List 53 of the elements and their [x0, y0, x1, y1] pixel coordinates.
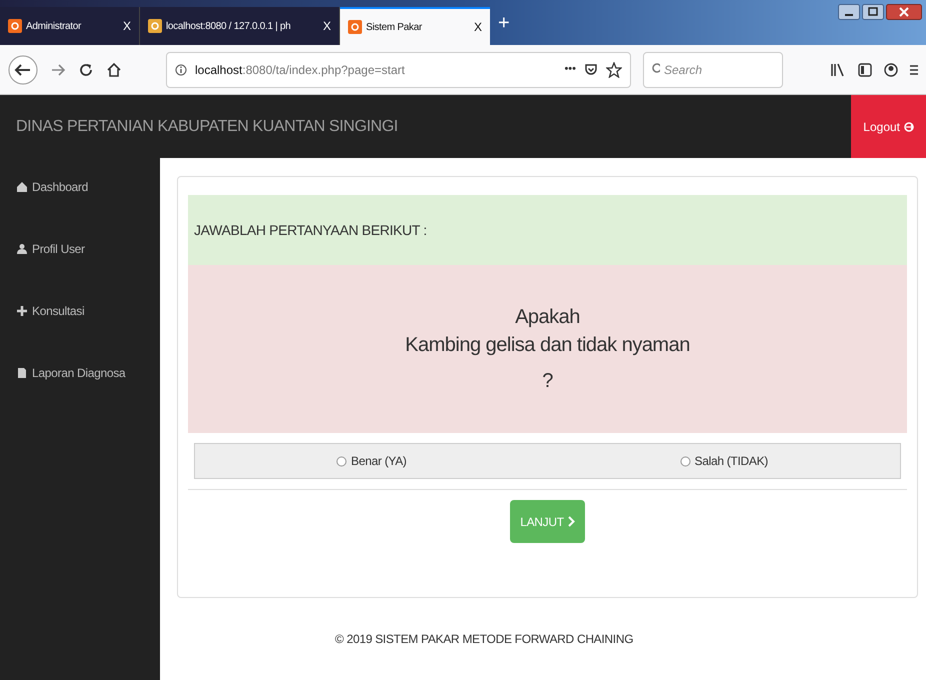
question-mark: ?: [542, 369, 553, 394]
tab-title: Sistem Pakar: [366, 20, 423, 34]
sidebar-link[interactable]: Laporan Diagnosa: [16, 364, 160, 382]
tab-title: localhost:8080 / 127.0.0.1 | ph: [166, 20, 292, 34]
browser-tab[interactable]: localhost:8080 / 127.0.0.1 | ph X: [140, 7, 340, 45]
minimize-icon[interactable]: [838, 4, 860, 20]
plus-icon: [16, 305, 28, 317]
home-icon: [16, 181, 28, 193]
search-input[interactable]: Search: [664, 60, 774, 78]
reload-icon[interactable]: [78, 62, 94, 78]
back-icon[interactable]: [8, 54, 38, 84]
forward-icon[interactable]: [50, 62, 66, 78]
pocket-icon[interactable]: [584, 62, 598, 76]
heading-text: JAWABLAH PERTANYAAN BERIKUT :: [194, 220, 427, 240]
address-bar[interactable]: localhost:8080/ta/index.php?page=start •••: [166, 52, 631, 88]
menu-icon[interactable]: [910, 62, 918, 76]
radio-button[interactable]: [336, 456, 348, 466]
more-actions-button[interactable]: •••: [564, 61, 576, 78]
tab-close-button[interactable]: X: [322, 17, 331, 35]
sidebar-link[interactable]: Profil User: [16, 240, 160, 258]
search-field[interactable]: Search: [643, 52, 783, 88]
info-icon: [175, 64, 187, 76]
chevron-right-icon: [568, 516, 575, 527]
star-icon[interactable]: [606, 62, 622, 78]
tab-logo-icon: [348, 20, 362, 34]
url-text: localhost:8080/ta/index.php?page=start: [195, 62, 406, 78]
tab-logo-icon: [148, 19, 162, 33]
radio-option[interactable]: Salah (TIDAK): [548, 444, 900, 478]
tab-logo-icon: [8, 19, 22, 33]
logout-button[interactable]: Logout: [851, 95, 926, 158]
home-icon[interactable]: [106, 62, 122, 78]
sidebar-link[interactable]: Dashboard: [16, 178, 160, 196]
browser-tab[interactable]: Sistem Pakar X: [340, 7, 490, 45]
question-prefix: Apakah: [515, 305, 580, 330]
tab-close-button[interactable]: X: [474, 18, 482, 36]
radio-option[interactable]: Benar (YA): [195, 444, 548, 478]
brand-title[interactable]: DINAS PERTANIAN KABUPATEN KUANTAN SINGINGI: [0, 114, 398, 138]
radio-button[interactable]: [680, 456, 691, 466]
new-tab-button[interactable]: +: [490, 8, 518, 36]
account-icon[interactable]: [884, 62, 898, 76]
user-icon: [16, 243, 28, 255]
close-icon[interactable]: [886, 4, 922, 20]
browser-tab[interactable]: Administrator X: [0, 7, 140, 45]
question-text: Kambing gelisa dan tidak nyaman: [405, 333, 690, 358]
tab-title: Administrator: [26, 20, 82, 34]
tab-close-button[interactable]: X: [122, 17, 131, 35]
footer-text: © 2019 SISTEM PAKAR METODE FORWARD CHAINING: [335, 631, 634, 648]
sidebar-link[interactable]: Konsultasi: [16, 302, 160, 320]
file-icon: [16, 367, 28, 379]
sidebar-icon[interactable]: [858, 62, 872, 76]
logout-icon: [904, 122, 914, 132]
library-icon[interactable]: [830, 62, 846, 78]
maximize-icon[interactable]: [862, 4, 884, 20]
